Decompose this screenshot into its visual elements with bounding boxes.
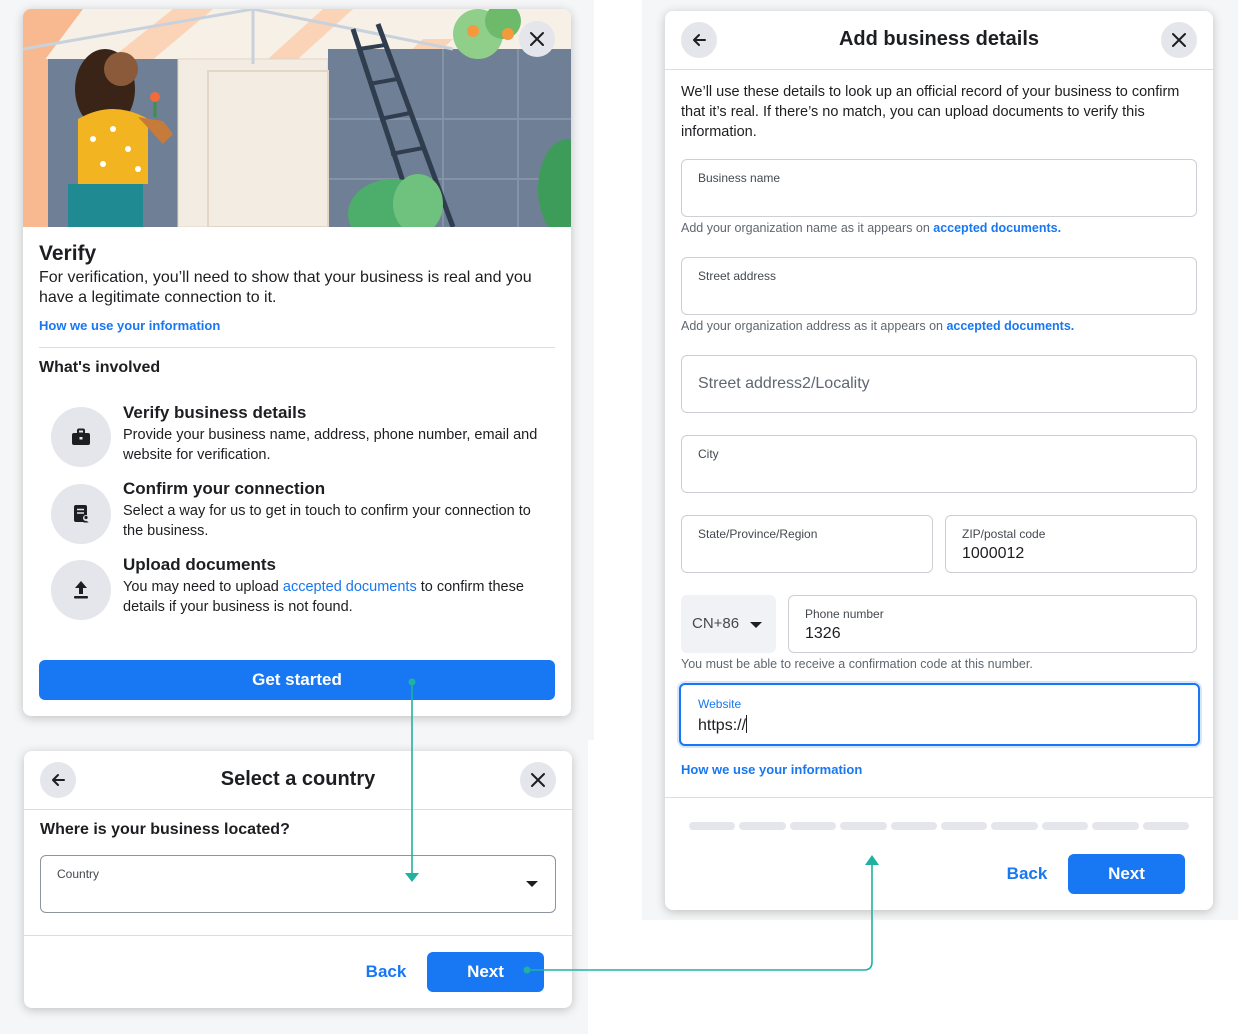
intro-text: We’ll use these details to look up an of… (681, 84, 1180, 140)
header-divider (665, 69, 1213, 70)
progress-step (689, 822, 736, 830)
zip-field[interactable]: ZIP/postal code 1000012 (945, 515, 1197, 573)
whats-involved-heading: What's involved (39, 359, 161, 376)
progress-step (991, 822, 1038, 830)
next-button[interactable]: Next (1068, 854, 1185, 894)
close-button[interactable] (519, 21, 555, 57)
progress-step (890, 822, 937, 830)
hero-illustration (23, 9, 571, 227)
feature-title: Upload documents (123, 555, 277, 574)
field-value: 1000012 (962, 545, 1025, 562)
close-icon (1172, 33, 1186, 47)
verify-description: For verification, you’ll need to show th… (39, 269, 532, 306)
dialog-title: Add business details (838, 28, 1040, 50)
field-label: State/Province/Region (698, 527, 818, 541)
field-label: ZIP/postal code (962, 527, 1046, 541)
phone-number-field[interactable]: Phone number 1326 (788, 595, 1197, 653)
feature-upload-documents-icon-wrap (51, 560, 111, 620)
next-button[interactable]: Next (427, 952, 544, 992)
add-business-details-dialog: Add business details We’ll use these det… (665, 11, 1213, 910)
state-field[interactable]: State/Province/Region (681, 515, 933, 573)
progress-step (1092, 822, 1139, 830)
text-cursor (746, 715, 748, 733)
city-field[interactable]: City (681, 435, 1197, 493)
accepted-documents-link[interactable]: accepted documents. (933, 221, 1061, 235)
how-we-use-info-link[interactable]: How we use your information (681, 762, 862, 777)
feature-title: Verify business details (123, 403, 307, 422)
verify-dialog: Verify For verification, you’ll need to … (23, 9, 571, 716)
field-label: Business name (698, 171, 781, 185)
feature-confirm-connection-icon-wrap (51, 484, 111, 544)
feature-title: Confirm your connection (123, 479, 326, 498)
back-button[interactable]: Back (351, 952, 421, 992)
verify-title: Verify (39, 242, 97, 265)
how-we-use-info-link[interactable]: How we use your information (39, 318, 220, 333)
street-address-field[interactable]: Street address (681, 257, 1197, 315)
business-name-hint: Add your organization name as it appears… (681, 221, 1061, 235)
feature-verify-details-icon-wrap (51, 407, 111, 467)
street-address-hint: Add your organization address as it appe… (681, 319, 1074, 333)
feature-description-text: You may need to upload (123, 579, 283, 595)
feature-description: You may need to upload accepted document… (123, 577, 548, 617)
country-label: Country (57, 867, 100, 881)
back-button[interactable]: Back (992, 854, 1062, 894)
field-label: City (698, 447, 719, 461)
footer-divider (665, 797, 1213, 798)
dropdown-caret-icon (750, 622, 762, 628)
close-button[interactable] (1161, 22, 1197, 58)
close-icon (530, 32, 544, 46)
progress-step (739, 822, 786, 830)
close-icon (531, 773, 545, 787)
progress-step (840, 822, 887, 830)
header-divider (24, 809, 572, 810)
briefcase-icon (72, 428, 90, 445)
get-started-button[interactable]: Get started (39, 660, 555, 700)
location-question: Where is your business located? (40, 821, 290, 838)
accepted-documents-link[interactable]: accepted documents (283, 579, 417, 595)
field-label: Street address (698, 269, 777, 283)
progress-step (789, 822, 837, 830)
field-value: https:// (698, 715, 748, 735)
progress-step (1041, 822, 1089, 830)
business-name-field[interactable]: Business name (681, 159, 1197, 217)
website-value: https:// (698, 717, 747, 734)
document-person-icon (74, 505, 89, 523)
field-value: 1326 (805, 625, 841, 642)
divider (39, 347, 555, 348)
country-code-select[interactable]: CN+86 (681, 595, 776, 653)
hint-text: Add your organization name as it appears… (681, 221, 934, 235)
upload-icon (74, 581, 88, 599)
footer-divider (24, 935, 572, 936)
dialog-title: Select a country (220, 768, 376, 790)
field-placeholder: Street address2/Locality (698, 375, 870, 392)
accepted-documents-link[interactable]: accepted documents. (946, 319, 1074, 333)
phone-hint: You must be able to receive a confirmati… (681, 657, 1033, 671)
website-field[interactable]: Website https:// (679, 683, 1200, 746)
hint-text: Add your organization address as it appe… (681, 319, 947, 333)
progress-step (1142, 822, 1189, 830)
street-address2-field[interactable]: Street address2/Locality (681, 355, 1197, 413)
country-select[interactable]: Country (40, 855, 556, 913)
progress-step (941, 822, 988, 830)
dropdown-caret-icon (526, 881, 538, 887)
field-label: Website (698, 697, 742, 711)
field-label: Phone number (805, 607, 884, 621)
select-country-dialog: Select a country Where is your business … (24, 751, 572, 1008)
feature-description: Select a way for us to get in touch to c… (123, 503, 531, 539)
country-code-value: CN+86 (692, 615, 740, 632)
feature-description: Provide your business name, address, pho… (123, 427, 538, 463)
close-button[interactable] (520, 762, 556, 798)
